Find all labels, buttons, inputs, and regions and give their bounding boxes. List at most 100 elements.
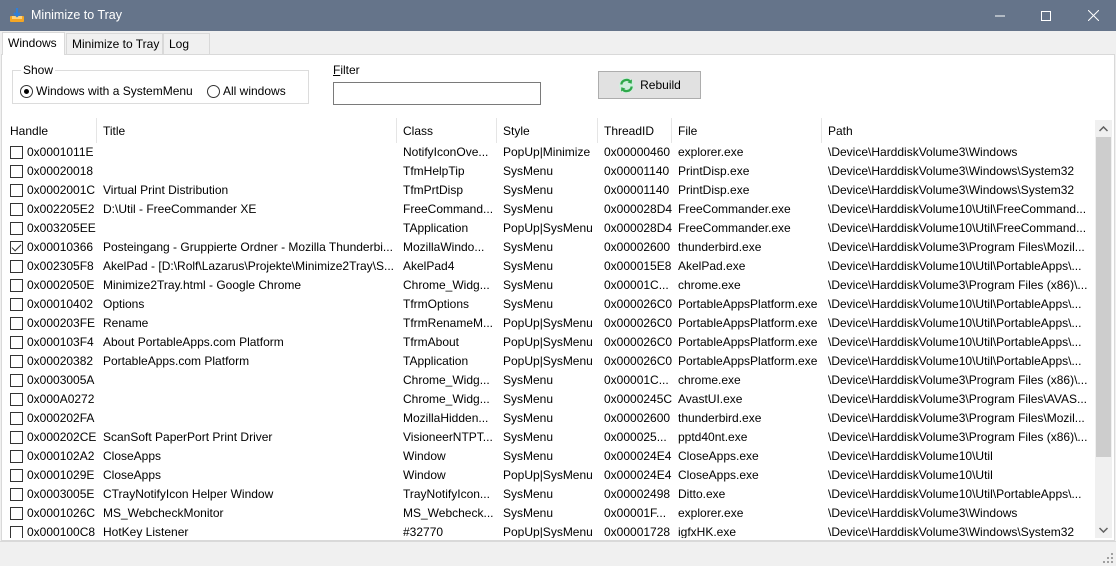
cell-file: CloseApps.exe — [678, 468, 759, 482]
close-button[interactable] — [1070, 0, 1116, 31]
row-checkbox[interactable] — [10, 241, 23, 254]
table-row[interactable]: 0x00010366 Posteingang - Gruppierte Ordne… — [4, 238, 1094, 257]
cell-threadid: 0x000015E8 — [604, 259, 672, 273]
maximize-button[interactable] — [1023, 0, 1069, 31]
row-checkbox[interactable] — [10, 184, 23, 197]
windows-list[interactable]: Handle Title Class Style ThreadID File P… — [4, 118, 1112, 538]
cell-class: MS_Webcheck... — [403, 506, 494, 520]
column-header-path[interactable]: Path — [822, 118, 1094, 143]
table-row[interactable]: 0x000A0272 Chrome_Widg... SysMenu 0x0000245… — [4, 390, 1094, 409]
cell-style: PopUp|SysMenu — [503, 354, 593, 368]
cell-file: chrome.exe — [678, 373, 741, 387]
filter-input[interactable] — [333, 82, 541, 105]
cell-handle: 0x0003005A — [27, 373, 95, 387]
scroll-down-button[interactable] — [1095, 521, 1112, 538]
radio-all-windows[interactable]: All windows — [207, 84, 286, 98]
table-row[interactable]: 0x000202FA MozillaHidden... SysMenu 0x00002… — [4, 409, 1094, 428]
cell-handle: 0x00020018 — [27, 164, 94, 178]
table-row[interactable]: 0x000103F4 About PortableApps.com Platfor… — [4, 333, 1094, 352]
cell-threadid: 0x000028D4 — [604, 221, 673, 235]
cell-style: SysMenu — [503, 297, 554, 311]
scroll-thumb[interactable] — [1096, 137, 1111, 457]
cell-handle: 0x0001011E — [27, 145, 94, 159]
column-header-threadid[interactable]: ThreadID — [598, 118, 672, 143]
row-checkbox[interactable] — [10, 317, 23, 330]
row-checkbox[interactable] — [10, 260, 23, 273]
table-row[interactable]: 0x00020382 PortableApps.com Platform TAppl… — [4, 352, 1094, 371]
cell-class: Window — [403, 468, 446, 482]
table-row[interactable]: 0x000203FE Rename TfrmRenameM... PopUp|SysM… — [4, 314, 1094, 333]
cell-class: TfmHelpTip — [403, 164, 465, 178]
row-checkbox[interactable] — [10, 450, 23, 463]
vertical-scrollbar[interactable] — [1095, 120, 1112, 538]
column-header-file[interactable]: File — [672, 118, 822, 143]
table-row[interactable]: 0x0003005E CTrayNotifyIcon Helper Window T… — [4, 485, 1094, 504]
column-header-title[interactable]: Title — [97, 118, 397, 143]
cell-style: SysMenu — [503, 449, 554, 463]
column-header-handle[interactable]: Handle — [4, 118, 97, 143]
table-row[interactable]: 0x0002001C Virtual Print Distribution TfmP… — [4, 181, 1094, 200]
table-row[interactable]: 0x0002050E Minimize2Tray.html - Google Ch… — [4, 276, 1094, 295]
row-checkbox[interactable] — [10, 526, 23, 538]
cell-class: Chrome_Widg... — [403, 278, 490, 292]
cell-file: explorer.exe — [678, 506, 744, 520]
tab-windows[interactable]: Windows — [2, 32, 65, 55]
cell-title: About PortableApps.com Platform — [103, 335, 284, 349]
table-row[interactable]: 0x0001029E CloseApps Window PopUp|SysMenu 0x… — [4, 466, 1094, 485]
cell-path: \Device\HarddiskVolume3\Windows\System32 — [828, 164, 1075, 178]
resize-grip-icon[interactable] — [1103, 553, 1113, 563]
cell-path: \Device\HarddiskVolume3\Program Files\Mo… — [828, 411, 1085, 425]
cell-class: #32770 — [403, 525, 444, 538]
cell-title: ScanSoft PaperPort Print Driver — [103, 430, 273, 444]
row-checkbox[interactable] — [10, 279, 23, 292]
table-row[interactable]: 0x00010402 Options TfrmOptions SysMenu 0x000… — [4, 295, 1094, 314]
cell-style: SysMenu — [503, 506, 554, 520]
row-checkbox[interactable] — [10, 165, 23, 178]
table-row[interactable]: 0x0003005A Chrome_Widg... SysMenu 0x00001C.… — [4, 371, 1094, 390]
cell-file: PortableAppsPlatform.exe — [678, 335, 818, 349]
row-checkbox[interactable] — [10, 222, 23, 235]
status-bar — [0, 541, 1116, 566]
refresh-icon — [619, 77, 635, 93]
cell-path: \Device\HarddiskVolume10\Util — [828, 468, 993, 482]
table-row[interactable]: 0x002305F8 AkelPad - [D:\Rolf\Lazarus\Pro… — [4, 257, 1094, 276]
scroll-up-button[interactable] — [1095, 120, 1112, 137]
radio-circle[interactable] — [207, 84, 220, 98]
table-row[interactable]: 0x000202CE ScanSoft PaperPort Print Drive… — [4, 428, 1094, 447]
row-checkbox[interactable] — [10, 507, 23, 520]
tab-minimize-to-tray[interactable]: Minimize to Tray — [66, 33, 163, 54]
table-row[interactable]: 0x0001026C MS_WebcheckMonitor MS_Webcheck.… — [4, 504, 1094, 523]
table-row[interactable]: 0x000100C8 HotKey Listener #32770 PopUp|Sys… — [4, 523, 1094, 538]
row-checkbox[interactable] — [10, 488, 23, 501]
chevron-up-icon — [1099, 125, 1108, 132]
row-checkbox[interactable] — [10, 469, 23, 482]
cell-handle: 0x002305F8 — [27, 259, 94, 273]
row-checkbox[interactable] — [10, 393, 23, 406]
maximize-icon — [1041, 10, 1051, 21]
row-checkbox[interactable] — [10, 374, 23, 387]
cell-path: \Device\HarddiskVolume10\Util\PortableAp… — [828, 297, 1082, 311]
table-row[interactable]: 0x00020018 TfmHelpTip SysMenu 0x00001140 Pri… — [4, 162, 1094, 181]
rebuild-button[interactable]: Rebuild — [598, 71, 701, 99]
row-checkbox[interactable] — [10, 355, 23, 368]
row-checkbox[interactable] — [10, 431, 23, 444]
table-row[interactable]: 0x002205E2 D:\Util - FreeCommander XE Free… — [4, 200, 1094, 219]
minimize-button[interactable] — [977, 0, 1023, 31]
cell-class: NotifyIconOve... — [403, 145, 489, 159]
column-header-class[interactable]: Class — [397, 118, 497, 143]
radio-windows-with-systemmenu[interactable]: Windows with a SystemMenu — [20, 84, 193, 98]
table-row[interactable]: 0x0001011E NotifyIconOve... PopUp|Minimize… — [4, 143, 1094, 162]
radio-circle[interactable] — [20, 84, 33, 98]
cell-file: igfxHK.exe — [678, 525, 737, 538]
row-checkbox[interactable] — [10, 203, 23, 216]
cell-style: SysMenu — [503, 373, 554, 387]
row-checkbox[interactable] — [10, 298, 23, 311]
row-checkbox[interactable] — [10, 336, 23, 349]
column-header-style[interactable]: Style — [497, 118, 598, 143]
table-row[interactable]: 0x003205EE TApplication PopUp|SysMenu 0x000… — [4, 219, 1094, 238]
table-row[interactable]: 0x000102A2 CloseApps Window SysMenu 0x000024… — [4, 447, 1094, 466]
row-checkbox[interactable] — [10, 412, 23, 425]
cell-threadid: 0x00001C... — [604, 278, 669, 292]
row-checkbox[interactable] — [10, 146, 23, 159]
tab-log[interactable]: Log — [163, 33, 210, 54]
